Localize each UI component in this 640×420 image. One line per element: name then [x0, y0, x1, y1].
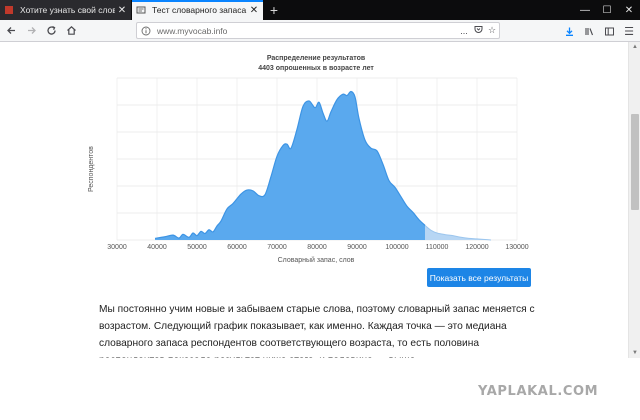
x-tick-label: 30000 [107, 244, 127, 251]
window-controls: — ☐ ✕ [574, 0, 640, 20]
x-tick-label: 110000 [426, 244, 449, 251]
tab-strip: Хотите узнать свой словарный ✕ Тест слов… [0, 0, 640, 20]
tab-title: Тест словарного запаса [152, 5, 247, 15]
scrollbar-thumb[interactable] [631, 114, 639, 210]
page-actions-menu-icon[interactable]: ... [457, 26, 471, 36]
x-tick-label: 50000 [187, 244, 207, 251]
x-tick-label: 60000 [227, 244, 247, 251]
reload-icon[interactable] [42, 22, 60, 40]
tab-vocab-test[interactable]: Тест словарного запаса ✕ [132, 0, 263, 20]
address-bar[interactable]: www.myvocab.info ... ☆ [136, 22, 500, 39]
vertical-scrollbar[interactable]: ▲ ▼ [628, 42, 640, 358]
chart-title: Распределение результатов [266, 55, 366, 62]
url-actions: ... ☆ [457, 25, 499, 36]
x-tick-label: 130000 [505, 244, 528, 251]
library-icon[interactable] [580, 22, 598, 40]
page-favicon-icon [136, 5, 146, 15]
x-tick-label: 90000 [347, 244, 367, 251]
new-tab-button[interactable]: + [263, 0, 285, 20]
scroll-up-icon[interactable]: ▲ [629, 42, 640, 52]
x-tick-label: 80000 [307, 244, 327, 251]
chart-subtitle: 4403 опрошенных в возрасте лет [258, 65, 374, 72]
download-icon[interactable] [560, 22, 578, 40]
x-axis-label: Словарный запас, слов [277, 257, 355, 264]
tab-title: Хотите узнать свой словарный [20, 5, 115, 15]
sidebar-icon[interactable] [600, 22, 618, 40]
page-content: 30000 40000 50000 60000 70000 80000 90000 10000… [0, 42, 628, 358]
maximize-icon[interactable]: ☐ [596, 5, 618, 16]
scroll-down-icon[interactable]: ▼ [629, 348, 640, 358]
navigation-toolbar: www.myvocab.info ... ☆ ☰ [0, 20, 640, 42]
x-tick-label: 40000 [147, 244, 167, 251]
chart-area [154, 90, 492, 241]
show-all-results-button[interactable]: Показать все результаты [427, 268, 531, 287]
minimize-icon[interactable]: — [574, 5, 596, 16]
toolbar-tools: ☰ [560, 20, 640, 42]
area-main-series [155, 91, 425, 240]
site-info-icon[interactable] [141, 26, 151, 36]
tab-close-icon[interactable]: ✕ [247, 5, 261, 16]
tab-close-icon[interactable]: ✕ [115, 5, 129, 16]
pocket-icon[interactable] [471, 25, 485, 36]
description-paragraph: Мы постоянно учим новые и забываем стары… [99, 304, 535, 358]
tab-vocab-article[interactable]: Хотите узнать свой словарный ✕ [0, 0, 131, 20]
forward-arrow-icon[interactable] [22, 22, 40, 40]
url-text: www.myvocab.info [157, 25, 228, 36]
x-axis-ticks: 30000 40000 50000 60000 70000 80000 90000 10000… [107, 244, 529, 251]
back-arrow-icon[interactable] [2, 22, 20, 40]
x-tick-label: 120000 [465, 244, 488, 251]
y-axis-label: Респондентов [88, 146, 95, 192]
bookmark-star-icon[interactable]: ☆ [485, 25, 499, 36]
x-tick-label: 70000 [267, 244, 287, 251]
site-favicon-icon [4, 5, 14, 15]
close-window-icon[interactable]: ✕ [618, 5, 640, 16]
home-icon[interactable] [62, 22, 80, 40]
hamburger-menu-icon[interactable]: ☰ [620, 22, 638, 40]
x-tick-label: 100000 [385, 244, 408, 251]
watermark-text: YAPLAKAL.COM [478, 384, 599, 399]
